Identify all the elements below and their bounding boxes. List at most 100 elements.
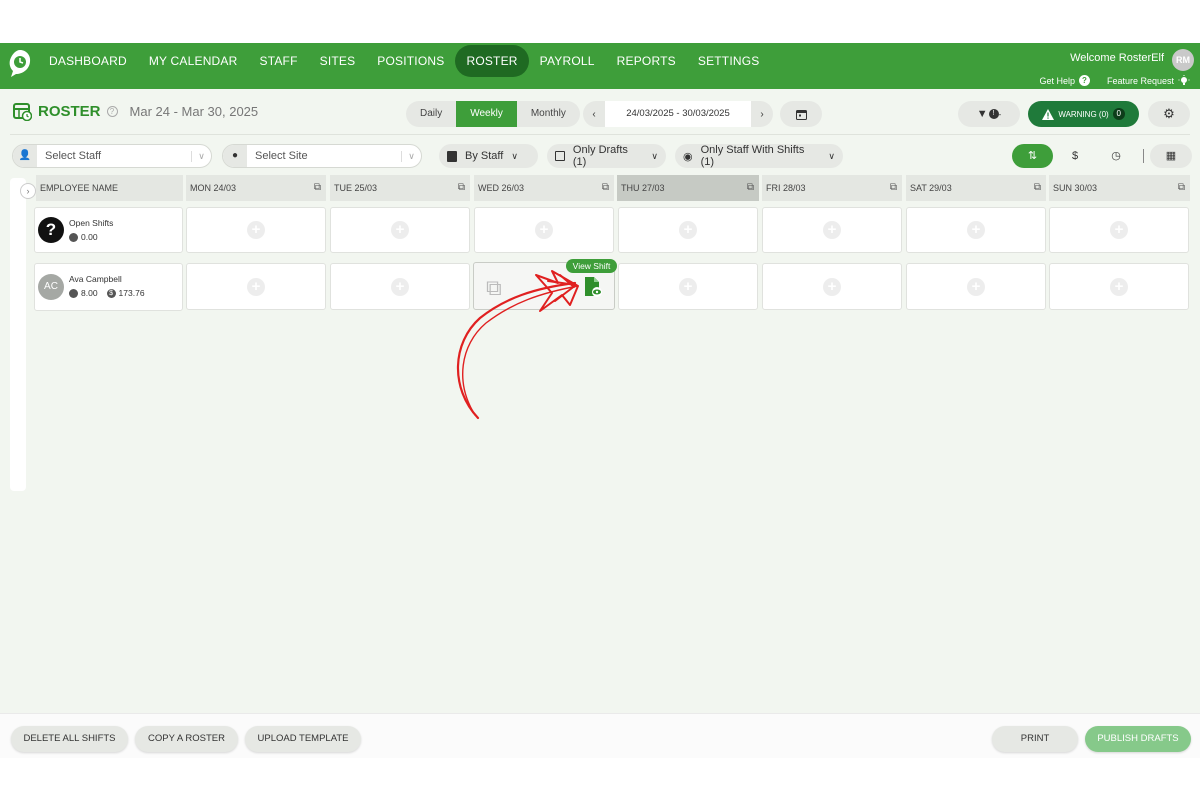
add-shift-icon[interactable]: + bbox=[1110, 277, 1128, 296]
shift-cell[interactable]: + bbox=[906, 207, 1046, 253]
hours-value: 0.00 bbox=[81, 232, 98, 242]
copy-roster-button[interactable]: COPY A ROSTER bbox=[135, 726, 238, 752]
group-by-dropdown[interactable]: By Staff ∨ bbox=[439, 144, 538, 168]
calendar-picker-button[interactable] bbox=[780, 101, 822, 127]
calendar-view-button[interactable]: ▦ bbox=[1150, 144, 1192, 168]
add-shift-icon[interactable]: + bbox=[967, 277, 985, 296]
copy-icon[interactable]: ⧉ bbox=[890, 175, 897, 201]
chevron-down-icon: ∨ bbox=[651, 150, 658, 161]
copy-shift-icon[interactable]: ⧉ bbox=[486, 275, 502, 301]
warning-triangle-icon bbox=[1042, 108, 1055, 120]
hours-value: 8.00 bbox=[81, 288, 98, 298]
add-shift-icon[interactable]: + bbox=[823, 221, 841, 239]
nav-payroll[interactable]: PAYROLL bbox=[529, 45, 606, 77]
shift-cell[interactable]: + bbox=[762, 263, 902, 310]
shift-cell[interactable]: + bbox=[186, 207, 326, 253]
tab-weekly[interactable]: Weekly bbox=[456, 101, 517, 127]
add-shift-icon[interactable]: + bbox=[823, 277, 841, 296]
add-shift-icon[interactable]: + bbox=[535, 221, 553, 239]
shift-cell[interactable]: + bbox=[762, 207, 902, 253]
publish-drafts-button[interactable]: PUBLISH DRAFTS bbox=[1085, 726, 1191, 752]
add-shift-icon[interactable]: + bbox=[1110, 221, 1128, 239]
copy-icon[interactable]: ⧉ bbox=[1034, 175, 1041, 201]
calendar-edit-icon bbox=[555, 151, 565, 161]
day-header-wed: WED 26/03 ⧉ bbox=[474, 175, 614, 201]
copy-icon[interactable]: ⧉ bbox=[602, 175, 609, 201]
shift-cell[interactable]: + bbox=[330, 207, 470, 253]
clock-icon: ◷ bbox=[1111, 150, 1121, 162]
sort-button[interactable]: ⇅ bbox=[1012, 144, 1053, 168]
nav-settings[interactable]: SETTINGS bbox=[687, 45, 771, 77]
copy-icon[interactable]: ⧉ bbox=[314, 175, 321, 201]
shift-cell[interactable]: + bbox=[330, 263, 470, 310]
shift-cell[interactable]: + bbox=[186, 263, 326, 310]
drafts-filter-dropdown[interactable]: Only Drafts (1) ∨ bbox=[547, 144, 666, 168]
add-shift-icon[interactable]: + bbox=[679, 277, 697, 296]
warning-button[interactable]: WARNING (0) 0 bbox=[1028, 101, 1139, 127]
employee-name-header: EMPLOYEE NAME bbox=[36, 175, 183, 201]
get-help-link[interactable]: Get Help ? bbox=[1039, 75, 1090, 86]
next-week-button[interactable]: › bbox=[751, 109, 773, 120]
cost-toggle-button[interactable]: $ bbox=[1062, 144, 1088, 168]
date-navigator: ‹ 24/03/2025 - 30/03/2025 › bbox=[583, 101, 773, 127]
add-shift-icon[interactable]: + bbox=[679, 221, 697, 239]
select-site-dropdown[interactable]: ● Select Site ∨ bbox=[222, 144, 422, 168]
employee-name: Ava Campbell bbox=[69, 274, 122, 284]
settings-button[interactable]: ⚙ bbox=[1148, 101, 1190, 127]
page-title: ROSTER bbox=[38, 103, 101, 120]
delete-all-shifts-button[interactable]: DELETE ALL SHIFTS bbox=[11, 726, 128, 752]
shift-cell[interactable]: + bbox=[618, 263, 758, 310]
shift-cell[interactable]: + bbox=[474, 207, 614, 253]
shift-cell[interactable]: + bbox=[906, 263, 1046, 310]
chevron-down-icon: ∨ bbox=[828, 150, 835, 161]
day-label: THU 27/03 bbox=[621, 183, 665, 193]
staff-with-shifts-dropdown[interactable]: ◉ Only Staff With Shifts (1) ∨ bbox=[675, 144, 843, 168]
add-shift-icon[interactable]: + bbox=[967, 221, 985, 239]
date-range-input[interactable]: 24/03/2025 - 30/03/2025 bbox=[605, 101, 751, 127]
tab-monthly[interactable]: Monthly bbox=[517, 101, 580, 127]
hours-toggle-button[interactable]: ◷ bbox=[1100, 144, 1132, 168]
add-shift-icon[interactable]: + bbox=[247, 221, 265, 239]
employee-meta: 8.00 $ 173.76 bbox=[69, 288, 145, 298]
filter-button[interactable]: ▼! - bbox=[958, 101, 1020, 127]
day-header-fri: FRI 28/03 ⧉ bbox=[762, 175, 902, 201]
feature-request-link[interactable]: Feature Request bbox=[1107, 75, 1190, 87]
day-label: SUN 30/03 bbox=[1053, 183, 1098, 193]
user-avatar[interactable]: RM bbox=[1172, 49, 1194, 71]
staff-with-shifts-label: Only Staff With Shifts (1) bbox=[700, 144, 805, 168]
copy-icon[interactable]: ⧉ bbox=[1178, 175, 1185, 201]
add-shift-icon[interactable]: + bbox=[391, 277, 409, 296]
add-shift-icon[interactable]: + bbox=[391, 221, 409, 239]
clipboard-icon bbox=[447, 150, 457, 162]
view-shift-document-icon[interactable] bbox=[583, 276, 603, 298]
nav-positions[interactable]: POSITIONS bbox=[366, 45, 455, 77]
select-staff-dropdown[interactable]: 👤 Select Staff ∨ bbox=[12, 144, 212, 168]
nav-menu: DASHBOARD MY CALENDAR STAFF SITES POSITI… bbox=[38, 45, 770, 77]
shift-cell[interactable]: + bbox=[1049, 207, 1189, 253]
copy-icon[interactable]: ⧉ bbox=[458, 175, 465, 201]
help-circle-icon[interactable]: ? bbox=[106, 106, 118, 117]
upload-template-button[interactable]: UPLOAD TEMPLATE bbox=[245, 726, 361, 752]
print-button[interactable]: PRINT bbox=[992, 726, 1078, 752]
nav-roster[interactable]: ROSTER bbox=[455, 45, 529, 77]
welcome-text: Welcome RosterElf bbox=[1070, 52, 1164, 64]
nav-reports[interactable]: REPORTS bbox=[606, 45, 687, 77]
shift-cell[interactable]: + bbox=[618, 207, 758, 253]
nav-staff[interactable]: STAFF bbox=[249, 45, 309, 77]
nav-my-calendar[interactable]: MY CALENDAR bbox=[138, 45, 249, 77]
nav-sites[interactable]: SITES bbox=[309, 45, 367, 77]
day-label: TUE 25/03 bbox=[334, 183, 378, 193]
day-header-sun: SUN 30/03 ⧉ bbox=[1049, 175, 1190, 201]
page-title-area: ROSTER ? Mar 24 - Mar 30, 2025 bbox=[13, 102, 258, 121]
expand-sidebar-button[interactable]: › bbox=[20, 183, 36, 199]
prev-week-button[interactable]: ‹ bbox=[583, 109, 605, 120]
copy-icon[interactable]: ⧉ bbox=[747, 175, 754, 201]
clock-icon bbox=[69, 288, 78, 298]
feature-request-label: Feature Request bbox=[1106, 76, 1174, 86]
day-header-sat: SAT 29/03 ⧉ bbox=[906, 175, 1046, 201]
add-shift-icon[interactable]: + bbox=[247, 277, 265, 296]
nav-dashboard[interactable]: DASHBOARD bbox=[38, 45, 138, 77]
tab-daily[interactable]: Daily bbox=[406, 101, 456, 127]
shift-cell[interactable]: + bbox=[1049, 263, 1189, 310]
day-header-mon: MON 24/03 ⧉ bbox=[186, 175, 326, 201]
